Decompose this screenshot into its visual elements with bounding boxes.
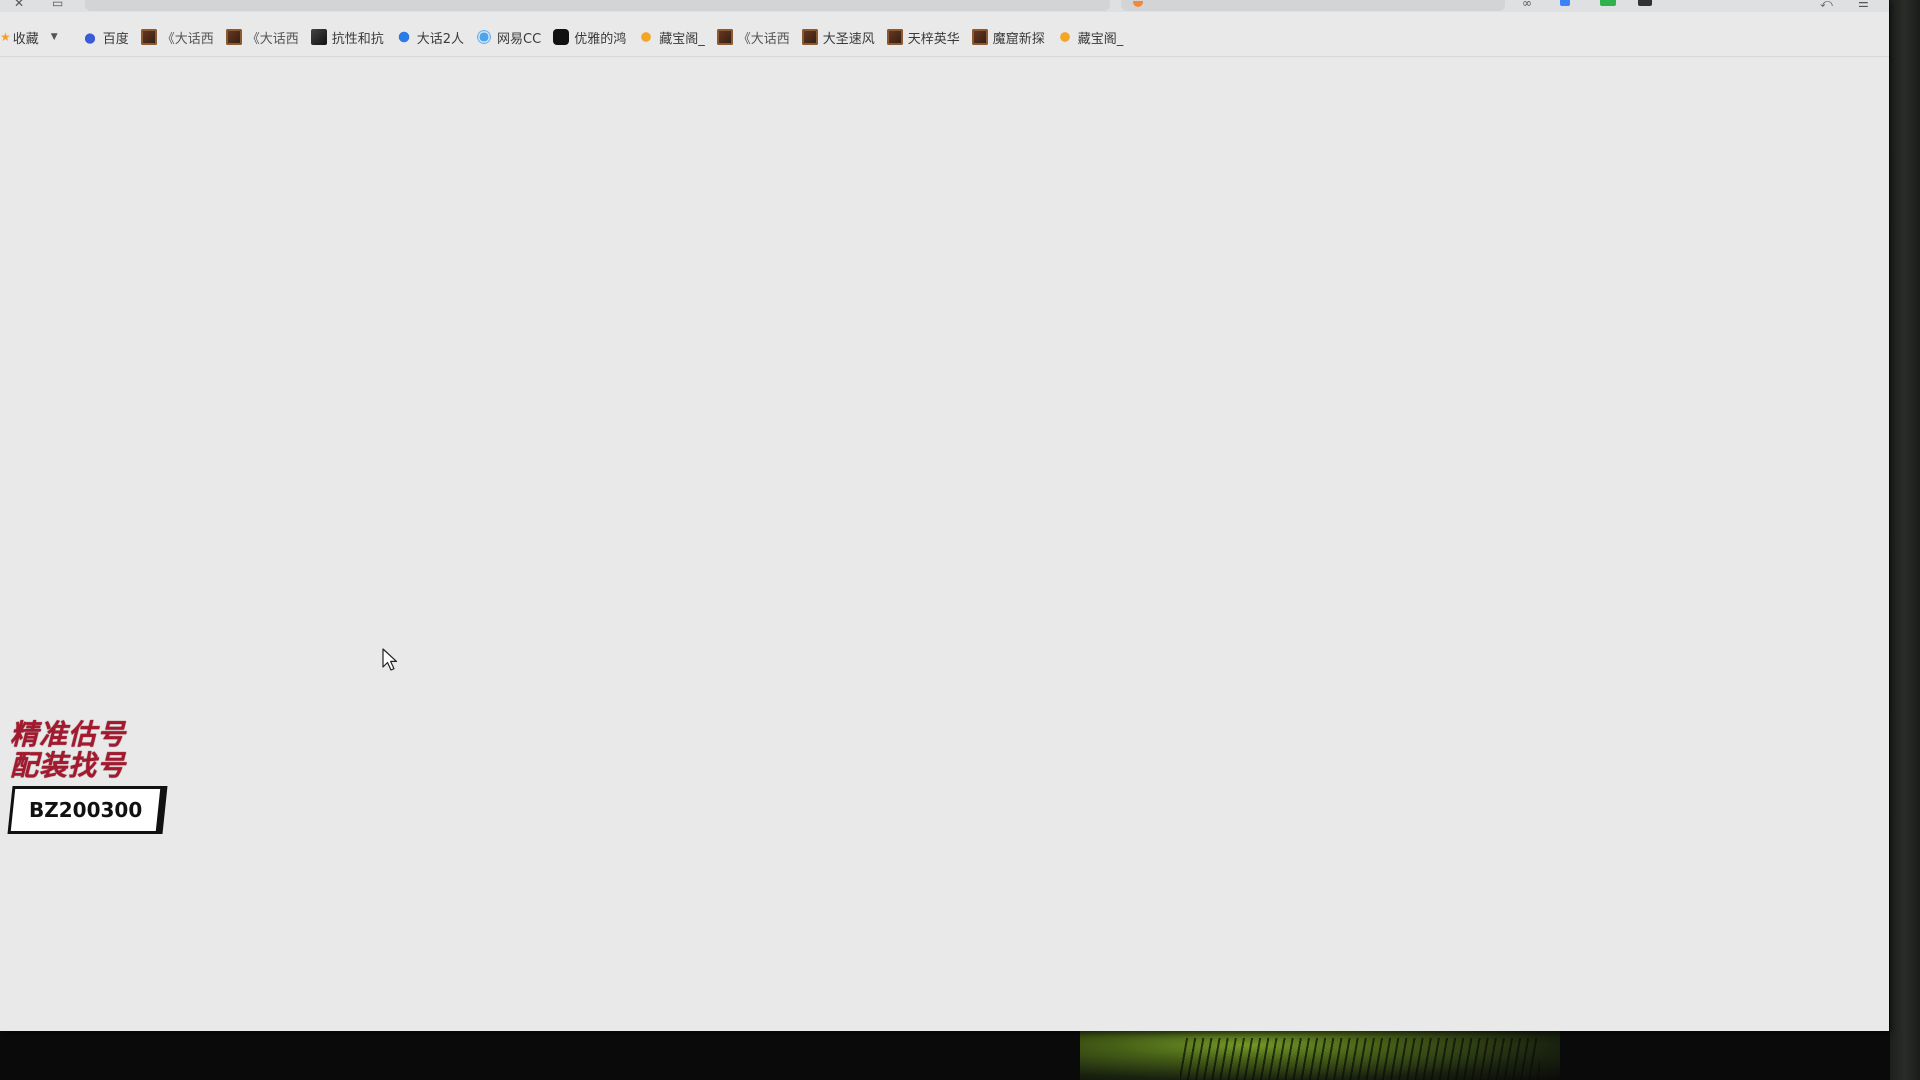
bookmark-item[interactable]: 魔窟新探 [971,28,1045,47]
bookmark-item[interactable]: 藏宝阁_ [638,28,705,47]
promo-code-badge: BZ200300 [7,786,168,834]
game-favicon [716,29,733,45]
restore-icon[interactable]: ⤺ [1820,0,1833,11]
back-arrow-icon[interactable]: ✕ [14,0,24,10]
promo-code-text: BZ200300 [28,798,143,822]
bookmark-label: 网易CC [497,31,542,47]
bookmark-item[interactable]: 《大话西 [716,28,790,47]
bookmark-collect[interactable]: ★ 收藏 ▼ [0,28,70,47]
browser-toolbar: ✕ ▭ ∞ ⤺ ☰ [0,0,1889,12]
extension-dark-icon[interactable] [1638,0,1652,6]
bookmark-item[interactable]: 抗性和抗 [310,28,384,47]
cangbaoge-icon [638,29,655,45]
bookmark-label: 抗性和抗 [331,31,384,47]
bookmark-label: 百度 [102,31,129,47]
game-favicon [140,29,157,45]
browser-window: ✕ ▭ ∞ ⤺ ☰ ★ 收藏 ▼ 百度 《大话西 《大话西 抗性和抗 大话2人 … [0,0,1889,1031]
netease-cc-icon [476,29,493,45]
bookmark-collect-label: 收藏 [12,31,39,47]
bookmarks-bar: ★ 收藏 ▼ 百度 《大话西 《大话西 抗性和抗 大话2人 网易CC 优雅的鸿 … [0,24,1135,50]
bookmark-label: 大圣速风 [822,31,875,47]
chevron-down-icon[interactable]: ▼ [51,32,58,42]
bookmark-label: 《大话西 [737,31,790,47]
bookmark-label: 大话2人 [416,31,465,47]
star-icon: ★ [0,30,11,44]
bookmark-label: 藏宝阁_ [1077,31,1124,47]
bookmark-item[interactable]: 《大话西 [140,28,214,47]
bookmark-item[interactable]: 大话2人 [395,28,465,47]
bookmark-label: 《大话西 [161,31,214,47]
bookmark-item[interactable]: 网易CC [476,28,541,47]
dark-favicon [310,29,327,45]
bookmark-item[interactable]: 天梓英华 [886,28,960,47]
search-engine-icon[interactable] [1133,1,1143,7]
game-favicon [801,29,818,45]
address-bar[interactable] [85,0,1110,11]
blank-page-content: 精准估号 配装找号 BZ200300 [0,57,1889,1031]
bookmark-label: 天梓英华 [907,31,960,47]
bookmark-item[interactable]: 百度 [81,28,129,47]
extension-blue-icon[interactable] [1560,0,1570,6]
cangbaoge-icon [1056,29,1073,45]
game-favicon [886,29,903,45]
promo-line-1: 精准估号 [10,718,127,751]
search-box[interactable] [1121,0,1505,11]
menu-icon[interactable]: ☰ [1858,0,1869,10]
game-favicon [225,29,242,45]
bookmark-item[interactable]: 优雅的鸿 [553,28,626,47]
tiktok-icon [553,29,570,45]
bookmark-item[interactable]: 藏宝阁_ [1056,28,1124,47]
blue-logo-icon [395,29,412,45]
game-favicon [971,29,988,45]
bookmark-item[interactable]: 大圣速风 [801,28,875,47]
bookmark-label: 优雅的鸿 [574,31,627,47]
tab-overview-icon[interactable]: ▭ [52,0,63,10]
reader-mode-icon[interactable]: ∞ [1522,0,1532,10]
bookmark-label: 魔窟新探 [992,31,1045,47]
baidu-paw-icon [81,29,98,45]
bookmark-item[interactable]: 《大话西 [225,28,299,47]
bookmark-label: 藏宝阁_ [659,31,705,47]
bookmark-label: 《大话西 [246,31,299,47]
promo-watermark: 精准估号 配装找号 BZ200300 [7,718,168,834]
promo-line-2: 配装找号 [10,749,127,782]
mouse-cursor-icon [382,648,398,671]
extension-green-icon[interactable] [1600,0,1616,6]
desktop-edge-strip [1890,0,1920,1080]
desktop-wallpaper-grass [1180,1038,1540,1080]
